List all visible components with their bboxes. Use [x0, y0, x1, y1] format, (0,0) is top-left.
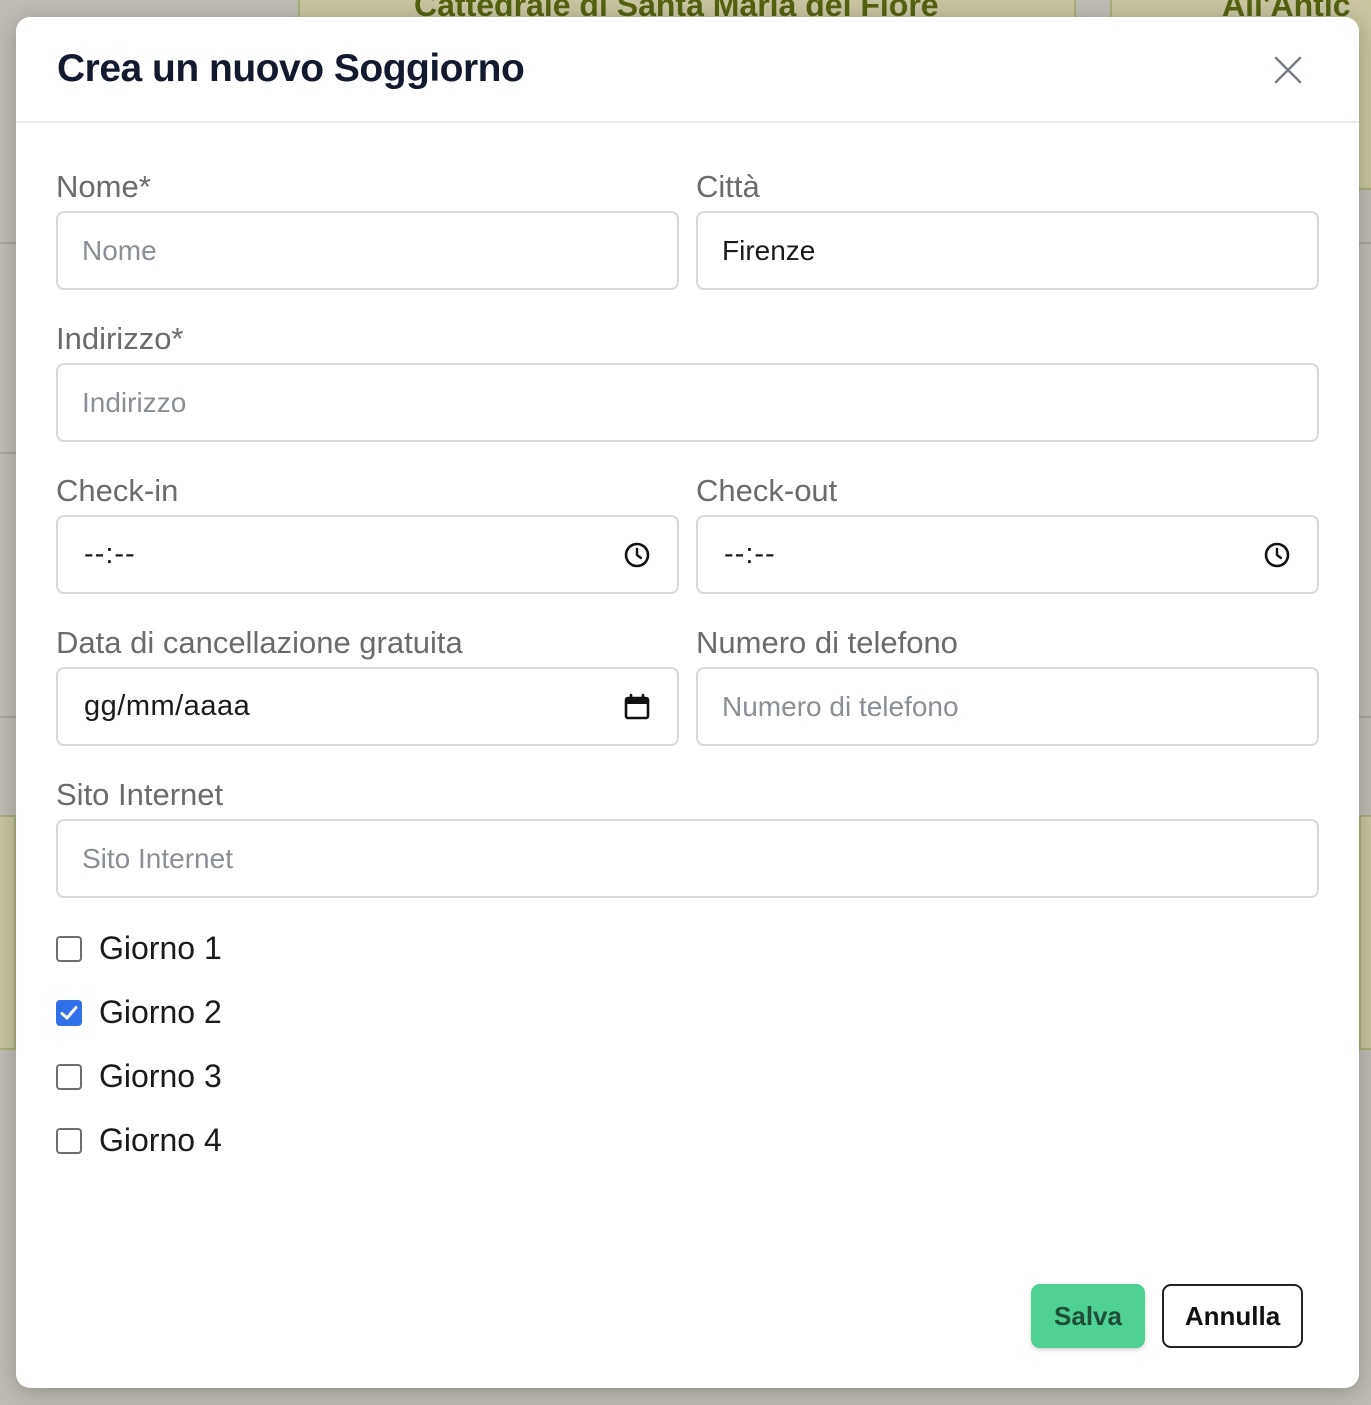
giorno-1-checkbox[interactable]: [56, 935, 82, 962]
checkout-label: Check-out: [696, 473, 838, 508]
telefono-label: Numero di telefono: [696, 625, 958, 660]
giorno-4-label: Giorno 4: [99, 1122, 222, 1158]
checkout-value: --:--: [724, 538, 776, 570]
modal-title: Crea un nuovo Soggiorno: [57, 47, 525, 90]
sito-input[interactable]: [56, 819, 1319, 898]
close-button[interactable]: [1265, 47, 1311, 93]
background-card-left-lower: [0, 815, 16, 1050]
cancel-button[interactable]: Annulla: [1162, 1284, 1303, 1348]
modal-header: Crea un nuovo Soggiorno: [16, 17, 1359, 123]
create-stay-modal: Crea un nuovo Soggiorno Nome* Città Indi…: [16, 17, 1359, 1388]
telefono-input[interactable]: [696, 667, 1319, 746]
background-divider: [0, 452, 16, 454]
giorno-3-checkbox-row[interactable]: Giorno 3: [56, 1058, 222, 1095]
background-divider: [1359, 242, 1371, 244]
giorno-4-checkbox-row[interactable]: Giorno 4: [56, 1122, 222, 1159]
clock-icon[interactable]: [1263, 541, 1291, 569]
cancellazione-label: Data di cancellazione gratuita: [56, 625, 463, 660]
giorno-3-checkbox[interactable]: [56, 1063, 82, 1090]
cancellazione-value: gg/mm/aaaa: [84, 690, 251, 722]
giorno-1-label: Giorno 1: [99, 930, 222, 966]
calendar-icon[interactable]: [623, 693, 651, 721]
sito-label: Sito Internet: [56, 777, 224, 812]
background-divider: [0, 716, 16, 718]
giorno-2-checkbox[interactable]: [56, 999, 82, 1026]
checkin-time-input[interactable]: --:--: [56, 515, 679, 594]
indirizzo-input[interactable]: [56, 363, 1319, 442]
citta-input[interactable]: [696, 211, 1319, 290]
background-divider: [1359, 716, 1371, 718]
giorno-1-checkbox-row[interactable]: Giorno 1: [56, 930, 222, 967]
close-icon: [1274, 56, 1302, 84]
save-button[interactable]: Salva: [1031, 1284, 1145, 1348]
citta-label: Città: [696, 169, 760, 204]
giorno-3-label: Giorno 3: [99, 1058, 222, 1094]
giorno-4-checkbox[interactable]: [56, 1127, 82, 1154]
indirizzo-label: Indirizzo*: [56, 321, 184, 356]
checkmark-icon: [60, 1005, 78, 1019]
checkout-time-input[interactable]: --:--: [696, 515, 1319, 594]
nome-input[interactable]: [56, 211, 679, 290]
background-divider: [0, 242, 16, 244]
giorno-2-label: Giorno 2: [99, 994, 222, 1030]
checkin-label: Check-in: [56, 473, 179, 508]
background-card-right-lower: [1359, 815, 1371, 1050]
clock-icon[interactable]: [623, 541, 651, 569]
cancellazione-date-input[interactable]: gg/mm/aaaa: [56, 667, 679, 746]
checkin-value: --:--: [84, 538, 136, 570]
giorno-2-checkbox-row[interactable]: Giorno 2: [56, 994, 222, 1031]
nome-label: Nome*: [56, 169, 151, 204]
